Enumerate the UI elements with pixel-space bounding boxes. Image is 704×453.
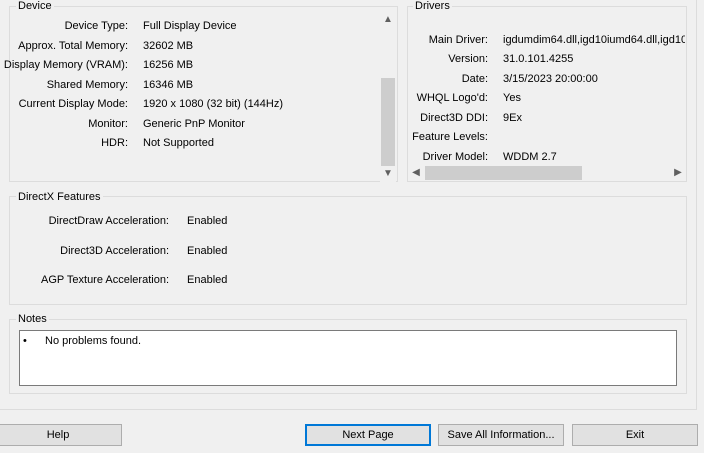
date-label: Date: [461, 73, 488, 85]
scroll-up-arrow-icon[interactable]: ▲ [380, 12, 396, 28]
notes-item: No problems found. [45, 335, 141, 347]
total-memory-label: Approx. Total Memory: [18, 40, 128, 52]
display-mode-label: Current Display Mode: [18, 98, 128, 110]
scroll-left-arrow-icon[interactable]: ◀ [408, 165, 424, 181]
save-all-information-button[interactable]: Save All Information... [438, 424, 564, 446]
agp-texture-value: Enabled [187, 274, 228, 286]
total-memory-value: 32602 MB [143, 40, 194, 52]
device-vertical-scrollbar[interactable]: ▲ ▼ [380, 12, 396, 182]
whql-value: Yes [503, 92, 521, 104]
drivers-group-title: Drivers [413, 0, 452, 13]
version-value: 31.0.101.4255 [503, 53, 574, 65]
directx-features-title: DirectX Features [16, 191, 103, 204]
drivers-horizontal-scrollbar[interactable]: ◀ ▶ [408, 165, 686, 181]
notes-textbox[interactable]: • No problems found. [19, 330, 677, 386]
hdr-label: HDR: [101, 137, 128, 149]
direct3d-accel-label: Direct3D Acceleration: [60, 245, 169, 257]
device-type-label: Device Type: [64, 20, 128, 32]
directdraw-label: DirectDraw Acceleration: [48, 215, 169, 227]
device-group-title: Device [16, 0, 54, 13]
display-mode-value: 1920 x 1080 (32 bit) (144Hz) [143, 98, 284, 110]
direct3d-ddi-label: Direct3D DDI: [420, 112, 488, 124]
direct3d-accel-value: Enabled [187, 245, 228, 257]
vram-label: Display Memory (VRAM): [3, 59, 128, 71]
whql-label: WHQL Logo'd: [416, 92, 488, 104]
date-value: 3/15/2023 20:00:00 [503, 73, 598, 85]
shared-memory-value: 16346 MB [143, 79, 194, 91]
vram-value: 16256 MB [143, 59, 194, 71]
monitor-value: Generic PnP Monitor [143, 118, 245, 130]
shared-memory-label: Shared Memory: [46, 79, 128, 91]
feature-levels-label: Feature Levels: [412, 131, 488, 143]
driver-model-label: Driver Model: [422, 151, 488, 163]
monitor-label: Monitor: [88, 118, 128, 130]
device-type-value: Full Display Device [143, 20, 237, 32]
version-label: Version: [448, 53, 488, 65]
help-button[interactable]: Help [0, 424, 122, 446]
drivers-scroll-thumb[interactable] [425, 166, 582, 180]
notes-title: Notes [16, 313, 49, 326]
driver-model-value: WDDM 2.7 [503, 151, 557, 163]
display-tab-panel: Device Device Type: Full Display Device … [0, 0, 697, 410]
direct3d-ddi-value: 9Ex [503, 112, 522, 124]
next-page-button[interactable]: Next Page [305, 424, 431, 446]
directdraw-value: Enabled [187, 215, 228, 227]
device-scroll-thumb[interactable] [381, 78, 395, 166]
main-driver-value: igdumdim64.dll,igd10iumd64.dll,igd10iu [503, 34, 685, 46]
notes-bullet: • [23, 335, 27, 347]
scroll-down-arrow-icon[interactable]: ▼ [380, 166, 396, 182]
exit-button[interactable]: Exit [572, 424, 698, 446]
hdr-value: Not Supported [143, 137, 214, 149]
agp-texture-label: AGP Texture Acceleration: [41, 274, 169, 286]
main-driver-label: Main Driver: [428, 34, 488, 46]
scroll-right-arrow-icon[interactable]: ▶ [670, 165, 686, 181]
